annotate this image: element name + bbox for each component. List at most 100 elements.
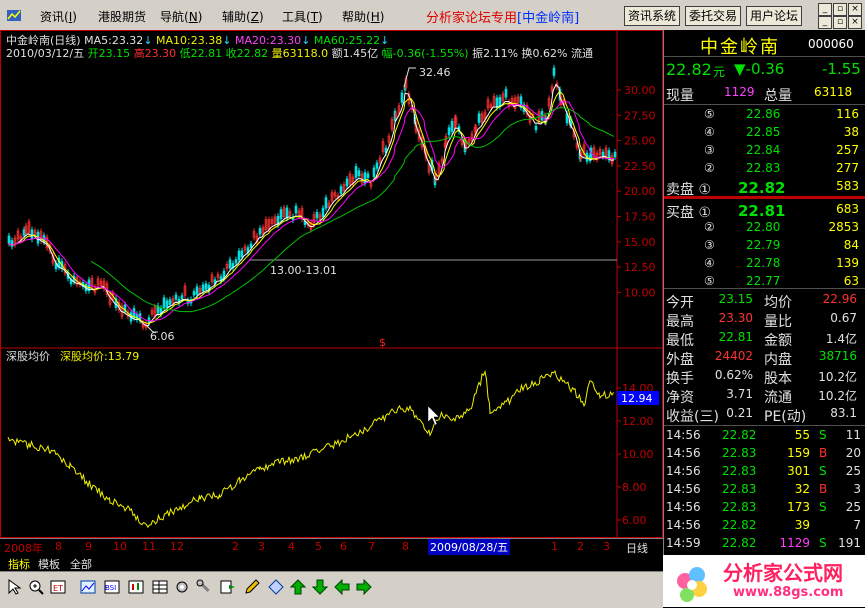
sell-level-row[interactable]: ③ 22.84 257 — [664, 143, 865, 161]
date-label: 6 — [340, 540, 347, 553]
candle-body — [162, 297, 166, 309]
menu-info[interactable]: 资讯(I) — [40, 8, 77, 25]
tab-all[interactable]: 全部 — [70, 556, 92, 572]
candle-body — [345, 178, 349, 186]
tick-row[interactable]: 14:59 22.82 1129 S 191 — [664, 536, 865, 554]
indicator-tab-bar: 指标 模板 全部 — [0, 555, 663, 571]
diamond-icon[interactable] — [268, 579, 284, 595]
chart-grid-icon[interactable] — [80, 579, 96, 595]
date-label: 10 — [113, 540, 127, 553]
buy-level-row[interactable]: ③ 22.79 84 — [664, 238, 865, 256]
up-arrow-icon[interactable] — [290, 579, 306, 595]
tab-template[interactable]: 模板 — [38, 556, 60, 572]
lower-panel-title: 深股均价 — [6, 350, 50, 363]
table-icon[interactable] — [152, 579, 168, 595]
tab-indicator[interactable]: 指标 — [8, 556, 30, 572]
info-system-button[interactable]: 资讯系统 — [624, 6, 681, 26]
period-label[interactable]: 日线 — [626, 540, 648, 556]
candle-body — [165, 300, 169, 308]
menu-tools[interactable]: 工具(T) — [282, 8, 323, 25]
stat-value: 22.81 — [718, 330, 753, 344]
date-label: 8 — [55, 540, 62, 553]
ma5-line — [7, 83, 615, 327]
cursor-tool-icon[interactable] — [6, 579, 22, 595]
menu-navigate[interactable]: 导航(N) — [160, 8, 202, 25]
menu-assist[interactable]: 辅助(Z) — [222, 8, 264, 25]
buy-level-row[interactable]: ② 22.80 2853 — [664, 220, 865, 238]
menu-hk-futures[interactable]: 港股期货 — [98, 8, 146, 25]
tick-row[interactable]: 14:56 22.82 55 S 11 — [664, 428, 865, 446]
chart-canvas[interactable]: 30.00 27.50 25.00 22.50 20.00 17.50 15.00 12.50… — [0, 30, 663, 538]
sell-price: 22.84 — [746, 143, 781, 157]
candle-body — [30, 229, 34, 240]
sell-level-row[interactable]: ⑤ 22.86 116 — [664, 107, 865, 125]
y-tick-label: 17.50 — [624, 211, 656, 224]
forum-banner[interactable]: 分析家论坛专用[中金岭南] — [426, 7, 579, 26]
sell-level-row[interactable]: ② 22.83 277 — [664, 161, 865, 179]
down-arrow-icon[interactable] — [312, 579, 328, 595]
user-forum-button[interactable]: 用户论坛 — [746, 6, 803, 26]
buy-level-row[interactable]: ④ 22.78 139 — [664, 256, 865, 274]
left-arrow-icon[interactable] — [334, 579, 350, 595]
close-icon[interactable]: × — [848, 3, 862, 16]
y-tick-label: 10.00 — [624, 286, 656, 299]
candle-body — [258, 228, 262, 235]
buy-level-row[interactable]: ⑤ 22.77 63 — [664, 274, 865, 292]
sell-level-row[interactable]: 卖盘 ① 22.82 583 — [664, 179, 865, 198]
bsi-icon[interactable]: BSI — [104, 579, 120, 595]
total-volume-value: 63118 — [814, 85, 853, 99]
export-icon[interactable] — [220, 579, 236, 595]
stats-row: 今开 23.15 均价 22.96 — [664, 292, 865, 311]
buy-level-row[interactable]: 买盘 ① 22.81 683 — [664, 202, 865, 221]
tick-price: 22.82 — [722, 536, 757, 550]
tick-row[interactable]: 14:56 22.83 159 B 20 — [664, 446, 865, 464]
range-annotation: 13.00-13.01 — [270, 264, 337, 277]
candle-body — [534, 125, 538, 131]
buy-volume: 2853 — [828, 220, 859, 234]
candle-body — [228, 259, 232, 269]
child-restore-icon[interactable]: ▫ — [833, 16, 847, 29]
tick-volume: 55 — [794, 428, 810, 442]
child-close-icon[interactable]: × — [848, 16, 862, 29]
svg-text:BSI: BSI — [105, 584, 116, 592]
sell-level-mark: ③ — [704, 143, 715, 157]
y-tick-label: 15.00 — [624, 236, 656, 249]
date-label: 4 — [288, 540, 295, 553]
menu-help[interactable]: 帮助(H) — [342, 8, 384, 25]
zoom-in-icon[interactable] — [28, 579, 44, 595]
candle-body — [180, 295, 184, 300]
kline-icon[interactable] — [128, 579, 144, 595]
restore-icon[interactable]: ▫ — [833, 3, 847, 16]
stat-value: 10.2亿 — [818, 370, 857, 384]
stat-value: 0.62% — [714, 368, 753, 382]
et-icon[interactable]: ET — [50, 579, 66, 595]
candle-body — [234, 259, 238, 264]
tick-count: 20 — [845, 446, 861, 460]
tick-row[interactable]: 14:56 22.82 39 7 — [664, 518, 865, 536]
tick-row[interactable]: 14:56 22.83 32 B 3 — [664, 482, 865, 500]
settings-icon[interactable] — [174, 579, 190, 595]
sell-volume: 277 — [836, 161, 859, 175]
tick-row[interactable]: 14:56 22.83 173 S 25 — [664, 500, 865, 518]
pencil-icon[interactable] — [244, 579, 260, 595]
date-label: 2 — [232, 540, 239, 553]
tick-row[interactable]: 14:56 22.83 301 S 25 — [664, 464, 865, 482]
tick-price: 22.83 — [722, 482, 757, 496]
buy-level-mark: ② — [704, 220, 715, 234]
stat-label: 量比 — [764, 314, 792, 330]
sell-volume: 116 — [836, 107, 859, 121]
site-logo: 分析家公式网 www.88gs.com — [663, 555, 865, 607]
tools-icon[interactable] — [196, 579, 212, 595]
tick-time: 14:56 — [666, 500, 701, 514]
kline-chart-area[interactable]: 中金岭南(日线) MA5:23.32↓ MA10:23.38↓ MA20:23.… — [0, 30, 663, 555]
y-tick-label: 27.50 — [624, 109, 656, 122]
date-label: 1 — [551, 540, 558, 553]
stat-value: 0.21 — [726, 406, 753, 420]
sell-level-row[interactable]: ④ 22.85 38 — [664, 125, 865, 143]
trade-button[interactable]: 委托交易 — [685, 6, 742, 26]
stat-value: 83.1 — [830, 406, 857, 420]
app-icon[interactable] — [6, 8, 22, 25]
child-minimize-icon[interactable]: _ — [818, 16, 832, 29]
minimize-icon[interactable]: _ — [818, 3, 832, 16]
right-arrow-icon[interactable] — [356, 579, 372, 595]
